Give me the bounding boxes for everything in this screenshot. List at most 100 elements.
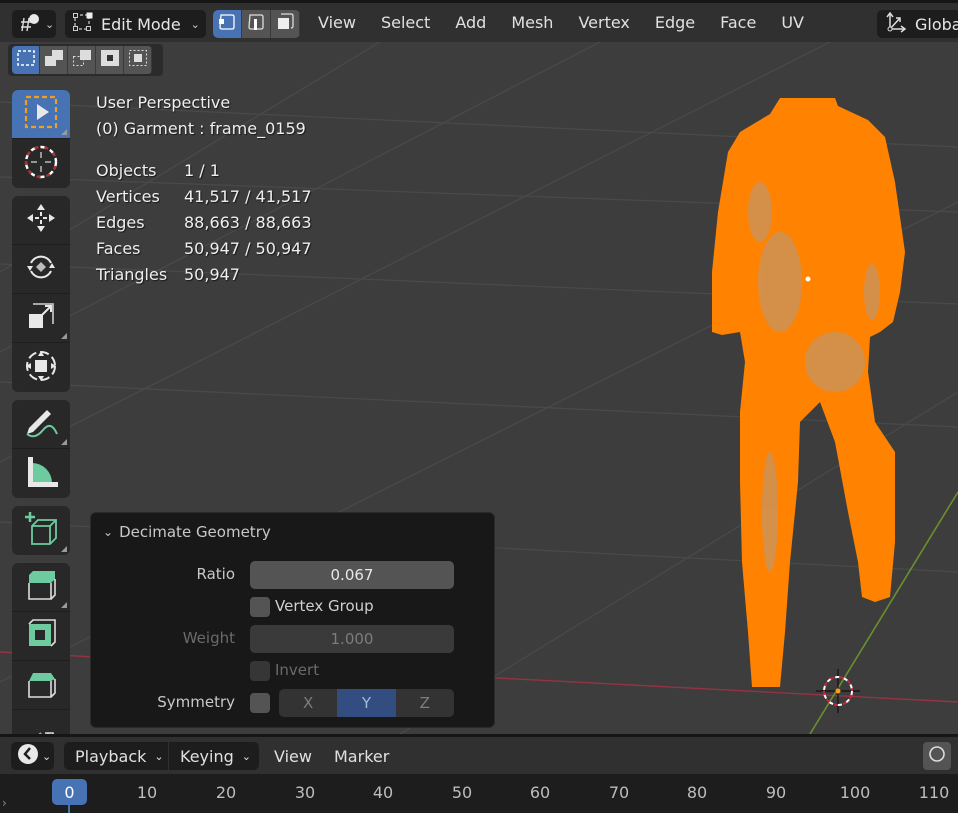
tool-move[interactable] [12,196,70,245]
invert-checkbox[interactable] [250,661,270,681]
ratio-field[interactable]: 0.067 [250,561,454,589]
orientation-label: Global [915,14,958,34]
panel-title: Decimate Geometry [119,523,271,541]
menu-mesh[interactable]: Mesh [511,13,553,32]
tool-add-cube[interactable] [12,506,70,555]
select-extend-button[interactable] [40,46,68,74]
tool-options-indicator [61,333,67,339]
menu-add[interactable]: Add [455,13,486,32]
current-frame-indicator[interactable]: 0 [52,779,87,805]
inset-icon [23,616,59,656]
frame-tick-label: 10 [136,783,158,802]
mode-label: Edit Mode [101,14,181,34]
edge-select-button[interactable] [242,10,271,38]
stat-value: 50,947 / 50,947 [184,239,312,258]
tool-shelf [12,90,70,734]
stat-label: Edges [96,213,145,232]
stat-label: Vertices [96,187,160,206]
vertex-select-button[interactable] [213,10,242,38]
garment-mesh [712,98,905,687]
tool-loop-cut[interactable] [12,710,70,734]
vertex-group-checkbox[interactable] [250,597,270,617]
select-box-icon [23,94,59,134]
frame-tick-label: 30 [294,783,316,802]
tool-options-indicator [61,129,67,135]
menu-uv[interactable]: UV [781,13,804,32]
stat-row: Edges 88,663 / 88,663 [96,210,312,236]
tool-options-indicator [61,546,67,552]
tool-inset-faces[interactable] [12,612,70,661]
playback-label: Playback [75,746,147,766]
scene-statistics: Objects 1 / 1 Vertices 41,517 / 41,517 Edg… [96,158,312,288]
menu-edge[interactable]: Edge [655,13,695,32]
menu-view[interactable]: View [318,13,356,32]
tool-cursor[interactable] [12,139,70,188]
frame-tick-label: 90 [765,783,787,802]
select-invert-icon [100,49,120,71]
timeline-menu-view[interactable]: View [274,747,312,766]
bevel-icon [23,665,59,705]
tool-measure[interactable] [12,449,70,498]
timeline-header: ⌄ Playback ⌄ Keying ⌄ View Marker [0,737,958,774]
tool-extrude-region[interactable] [12,563,70,612]
cursor-icon [23,144,59,184]
symmetry-axis-group: X Y Z [279,689,454,717]
transform-icon [23,348,59,388]
face-select-button[interactable] [271,10,300,38]
move-icon [23,200,59,240]
weight-field[interactable]: 1.000 [250,625,454,653]
frame-tick-label: 70 [608,783,630,802]
object-info: (0) Garment : frame_0159 [96,119,306,138]
symmetry-axis-z[interactable]: Z [395,689,454,717]
tool-rotate[interactable] [12,245,70,294]
menu-select[interactable]: Select [381,13,430,32]
tool-bevel[interactable] [12,661,70,710]
tool-transform[interactable] [12,343,70,392]
select-new-icon [16,49,36,71]
ratio-label: Ratio [196,565,235,583]
select-subtract-button[interactable] [68,46,96,74]
stat-value: 1 / 1 [184,161,220,180]
frame-tick-label: 80 [686,783,708,802]
timeline-menu-marker[interactable]: Marker [334,747,389,766]
expand-arrow-icon[interactable]: › [2,796,7,810]
vertex-group-label: Vertex Group [275,597,374,615]
chevron-down-icon: ⌄ [45,17,55,31]
menu-vertex[interactable]: Vertex [578,13,629,32]
select-intersect-button[interactable] [124,46,152,74]
mode-selector[interactable]: Edit Mode ⌄ [65,10,206,38]
select-invert-button[interactable] [96,46,124,74]
transform-orientation-selector[interactable]: Global [877,10,958,38]
select-mode-group [213,10,300,38]
frame-tick-label: 50 [451,783,473,802]
rotate-icon [23,249,59,289]
keying-menu[interactable]: Keying ⌄ [169,742,259,770]
timeline-editor-type-selector[interactable]: ⌄ [11,742,54,770]
3d-viewport[interactable]: User Perspective (0) Garment : frame_015… [0,42,958,734]
timeline-frame-ruler[interactable]: › 10 20 30 40 50 60 70 80 90 100 110 0 [0,774,958,813]
symmetry-axis-y[interactable]: Y [337,689,396,717]
auto-keying-button[interactable] [923,742,951,770]
header-menu: View Select Add Mesh Vertex Edge Face UV [318,13,829,32]
tool-select-box[interactable] [12,90,70,139]
tool-scale[interactable] [12,294,70,343]
stat-value: 41,517 / 41,517 [184,187,312,206]
stat-label: Faces [96,239,141,258]
panel-header[interactable]: ⌄ Decimate Geometry [103,523,271,541]
select-subtract-icon [72,49,92,71]
edit-mode-icon [73,12,93,36]
tool-annotate[interactable] [12,400,70,449]
weight-label: Weight [182,629,235,647]
playback-menu[interactable]: Playback ⌄ [64,742,168,770]
symmetry-checkbox[interactable] [250,693,270,713]
symmetry-label: Symmetry [157,693,235,711]
select-new-button[interactable] [12,46,40,74]
tool-options-indicator [61,602,67,608]
clock-icon [17,743,39,769]
stat-value: 88,663 / 88,663 [184,213,312,232]
stat-row: Faces 50,947 / 50,947 [96,236,312,262]
scale-icon [23,298,59,338]
symmetry-axis-x[interactable]: X [279,689,338,717]
editor-type-selector[interactable]: ⌄ [12,10,56,38]
menu-face[interactable]: Face [720,13,756,32]
